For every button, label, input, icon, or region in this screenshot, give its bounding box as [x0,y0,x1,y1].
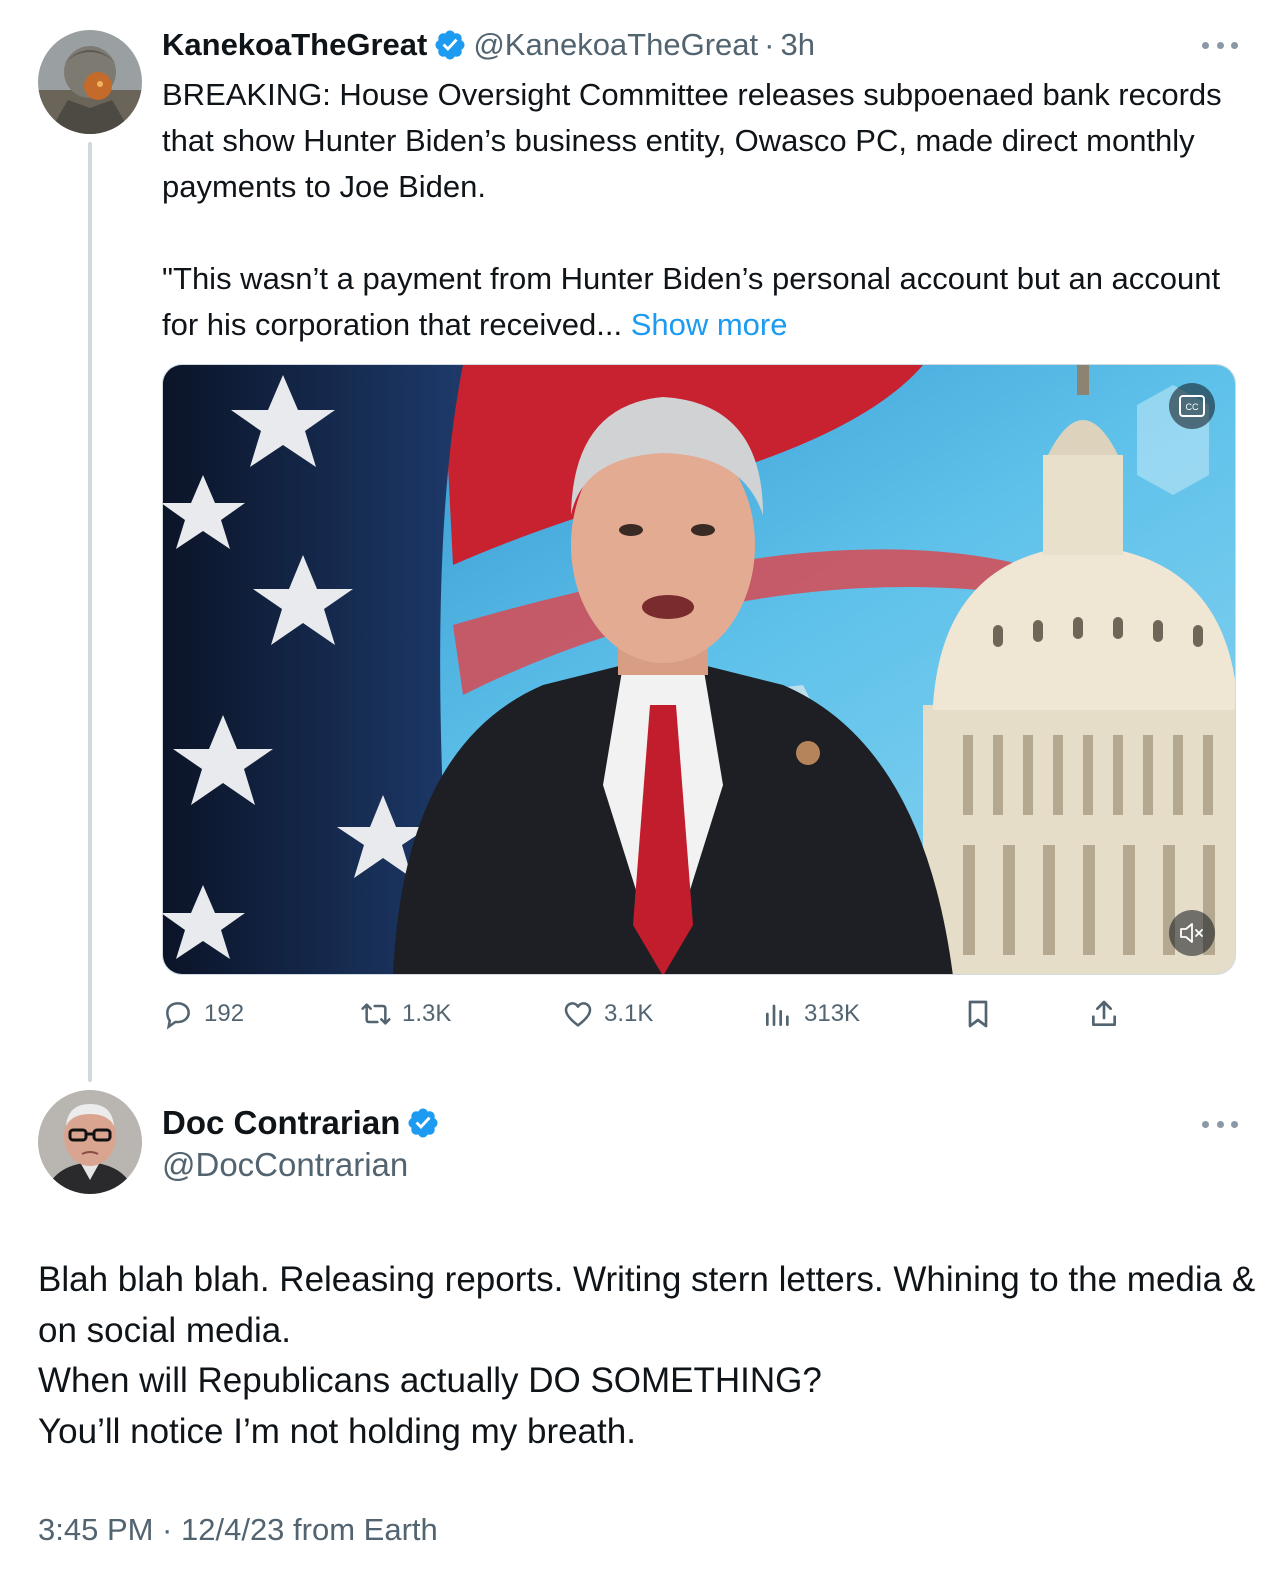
more-options-icon[interactable] [1202,1118,1238,1130]
show-more-link[interactable]: Show more [631,307,788,342]
like-count: 3.1K [604,1000,654,1027]
tweet2-body: Blah blah blah. Releasing reports. Writi… [38,1255,1258,1457]
retweet-button[interactable]: 1.3K [360,994,451,1034]
tweet1-text-para1: BREAKING: House Oversight Committee rele… [162,77,1222,204]
reply-icon [166,1002,190,1030]
verified-badge-icon [408,1108,438,1138]
bookmark-icon [968,1000,988,1028]
tweet2-timestamp[interactable]: 3:45 PM · 12/4/23 from Earth [38,1508,438,1552]
views-icon [766,1004,789,1026]
views-button[interactable]: 313K [762,994,860,1034]
separator-dot: · [764,27,775,62]
closed-captions-glyph: CC [1179,395,1205,417]
tweet1-author-handle[interactable]: @KanekoaTheGreat [473,27,758,63]
tweet1-author-name[interactable]: KanekoaTheGreat [162,27,427,63]
bookmark-button[interactable] [962,994,1004,1034]
tweet1-body: BREAKING: House Oversight Committee rele… [162,72,1242,348]
verified-badge-icon [435,30,465,60]
share-button[interactable] [1088,994,1130,1034]
doc-contrarian-avatar[interactable] [38,1090,142,1194]
video-thumbnail [163,365,1235,974]
reply-count: 192 [204,1000,245,1027]
thread-connector-line [88,142,92,1082]
like-button[interactable]: 3.1K [562,994,653,1034]
tweet2-line-1: Blah blah blah. Releasing reports. Writi… [38,1260,1256,1350]
tweet2-line-2: When will Republicans actually DO SOMETH… [38,1361,822,1400]
tweet1-text-para2: "This wasn’t a payment from Hunter Biden… [162,256,1242,348]
tweet2-author-name[interactable]: Doc Contrarian [162,1104,400,1142]
retweet-count: 1.3K [402,1000,452,1027]
video-player[interactable]: CC [162,364,1236,975]
tweet1-time[interactable]: 3h [780,27,814,63]
kanekoa-avatar[interactable] [38,30,142,134]
tweet1-action-bar: 192 1.3K 3.1K 313K [162,994,1162,1034]
more-options-icon[interactable] [1202,39,1238,51]
like-icon [564,1002,592,1027]
tweet2-line-3: You’ll notice I’m not holding my breath. [38,1411,636,1451]
tweet1-header: KanekoaTheGreat @KanekoaTheGreat · 3h [162,24,815,66]
cc-label: CC [1186,402,1199,412]
share-icon [1092,1000,1116,1026]
muted-speaker-icon[interactable] [1169,910,1215,956]
closed-captions-icon[interactable]: CC [1169,383,1215,429]
tweet2-header: Doc Contrarian [162,1102,446,1144]
tweet2-author-handle[interactable]: @DocContrarian [162,1144,408,1186]
retweet-icon [361,1003,391,1025]
views-count: 313K [804,1000,861,1027]
reply-button[interactable]: 192 [162,994,244,1034]
